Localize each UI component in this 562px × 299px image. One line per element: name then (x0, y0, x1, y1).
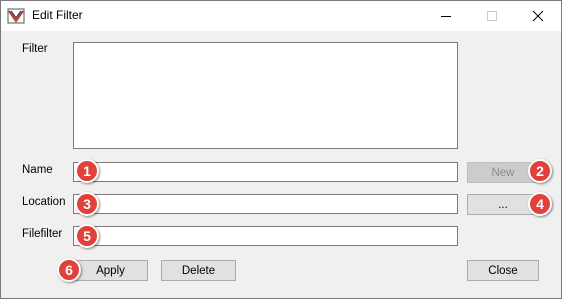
title-bar[interactable]: Edit Filter (1, 1, 561, 31)
close-button[interactable]: Close (467, 260, 539, 281)
minimize-button[interactable] (423, 1, 469, 31)
apply-button[interactable]: Apply (73, 260, 148, 281)
location-label: Location (22, 196, 66, 208)
maximize-icon (487, 11, 497, 21)
filter-label: Filter (22, 43, 48, 55)
callout-badge: 2 (528, 159, 552, 183)
name-input[interactable] (73, 162, 458, 182)
filefilter-input[interactable] (73, 226, 458, 246)
filefilter-label: Filefilter (22, 228, 63, 240)
edit-filter-window: Edit Filter Filter Name New Location ...… (0, 0, 562, 299)
close-window-button[interactable] (515, 1, 561, 31)
location-input[interactable] (73, 194, 458, 214)
callout-badge: 5 (75, 224, 99, 248)
delete-button[interactable]: Delete (161, 260, 236, 281)
callout-badge: 1 (75, 159, 99, 183)
callout-badge: 4 (528, 192, 552, 216)
minimize-icon (441, 16, 451, 17)
callout-badge: 6 (57, 258, 81, 282)
filter-textarea[interactable] (73, 42, 458, 149)
window-title: Edit Filter (32, 8, 83, 22)
name-label: Name (22, 164, 53, 176)
callout-badge: 3 (75, 192, 99, 216)
close-icon (532, 10, 544, 22)
maximize-button[interactable] (469, 1, 515, 31)
app-icon (7, 7, 25, 25)
